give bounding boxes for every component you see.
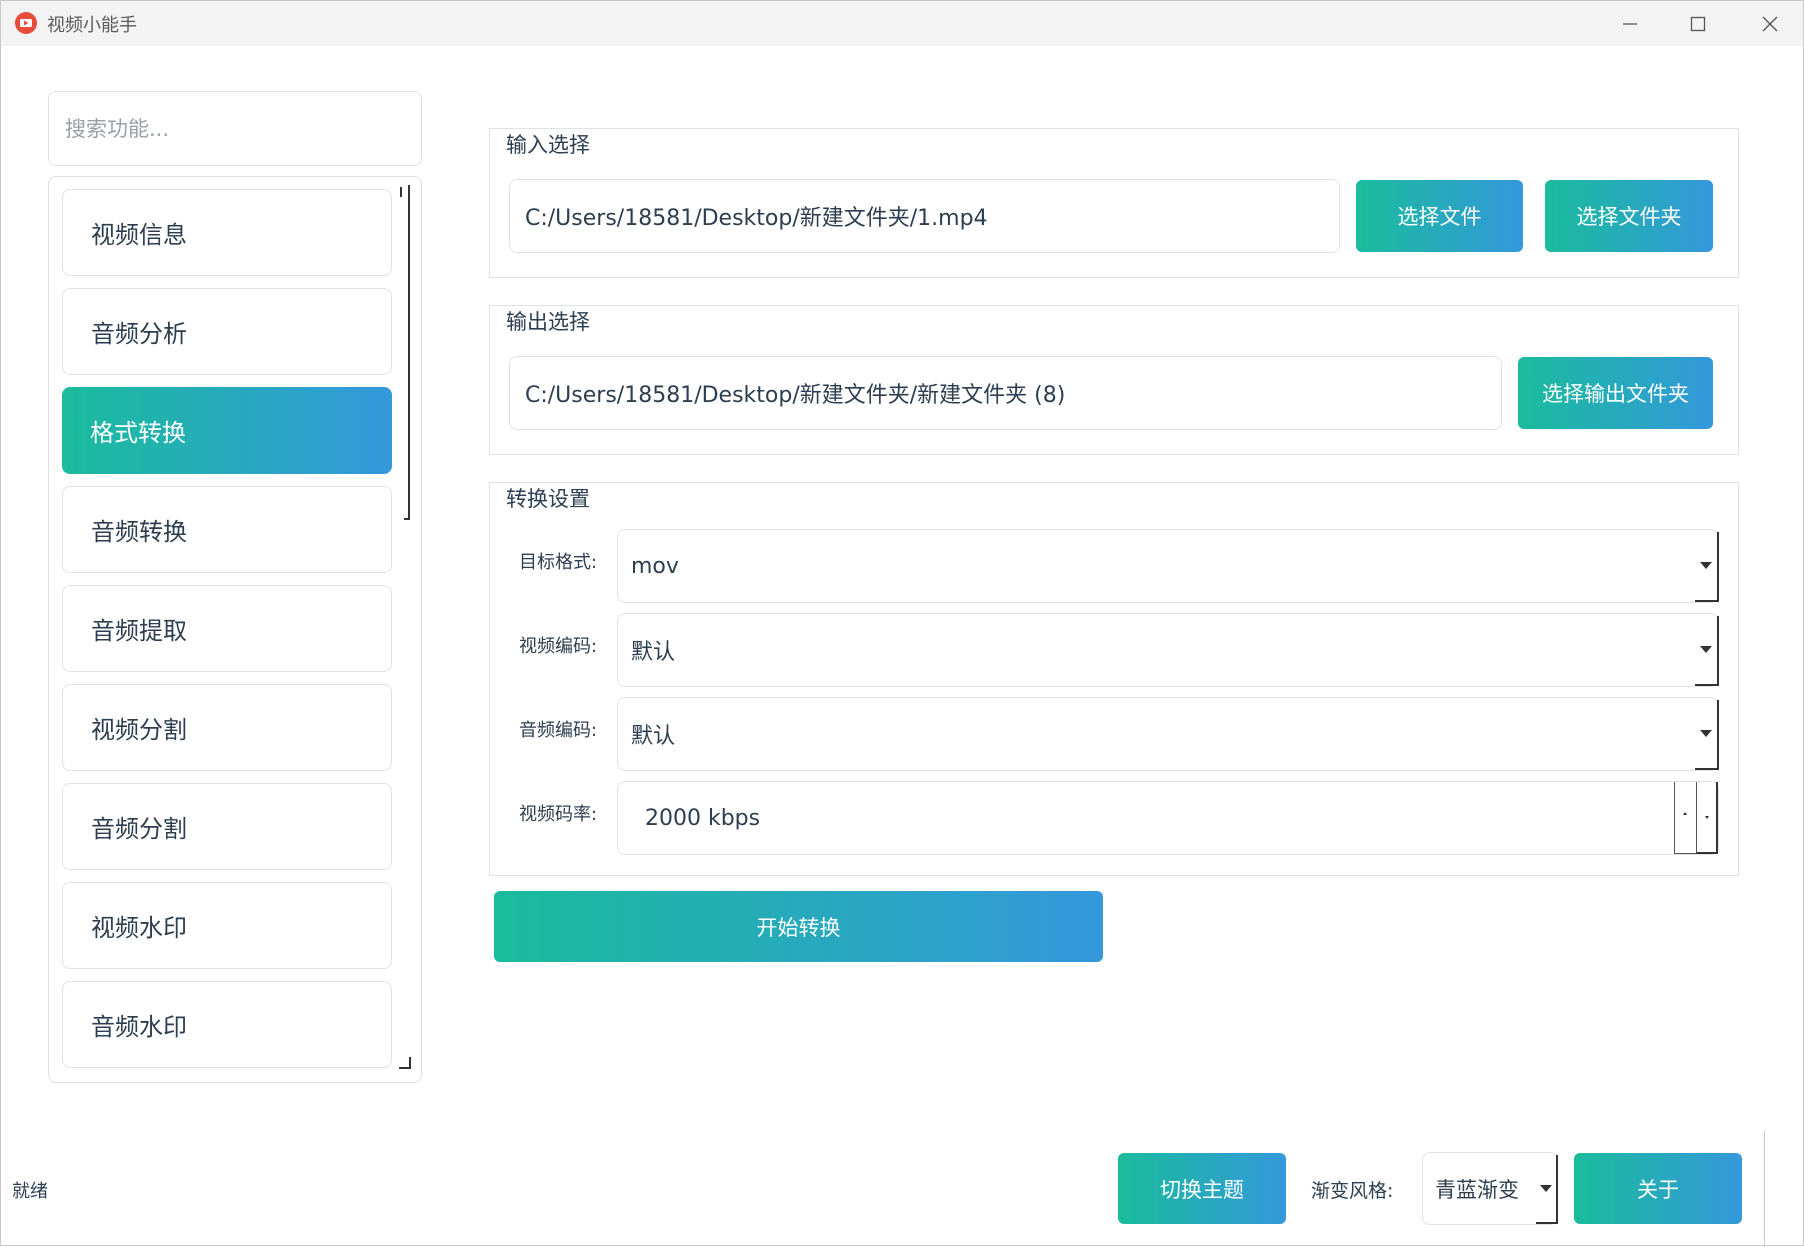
input-group: 输入选择 C:/Users/18581/Desktop/新建文件夹/1.mp4 … xyxy=(489,128,1739,278)
output-path-field[interactable]: C:/Users/18581/Desktop/新建文件夹/新建文件夹 (8) xyxy=(509,356,1502,430)
sidebar-item-audio-analysis[interactable]: 音频分析 xyxy=(62,288,392,375)
sidebar-item-audio-convert[interactable]: 音频转换 xyxy=(62,486,392,573)
select-file-label: 选择文件 xyxy=(1397,205,1482,229)
input-group-title: 输入选择 xyxy=(504,129,592,159)
audio-codec-label: 音频编码: xyxy=(519,720,598,741)
sidebar-item-video-watermark[interactable]: 视频水印 xyxy=(62,882,392,969)
chevron-up-icon xyxy=(1683,812,1687,815)
select-output-folder-label: 选择输出文件夹 xyxy=(1542,382,1689,406)
video-bitrate-label: 视频码率: xyxy=(519,804,598,825)
video-codec-select[interactable]: 默认 xyxy=(617,613,1719,687)
switch-theme-button[interactable]: 切换主题 xyxy=(1118,1153,1286,1224)
gradient-style-value: 青蓝渐变 xyxy=(1435,1177,1519,1202)
select-file-button[interactable]: 选择文件 xyxy=(1356,180,1523,252)
chevron-down-icon xyxy=(1540,1185,1552,1192)
app-logo-icon xyxy=(15,12,37,34)
convert-settings-title: 转换设置 xyxy=(504,483,592,513)
sidebar-item-format-convert[interactable]: 格式转换 xyxy=(62,387,392,474)
minimize-button[interactable] xyxy=(1595,1,1665,46)
start-convert-label: 开始转换 xyxy=(756,915,841,940)
convert-settings-group: 转换设置 目标格式: mov 视频编码: 默认 音频编码: 默认 视频码率: 2… xyxy=(489,482,1739,876)
search-input[interactable] xyxy=(48,91,422,166)
maximize-icon xyxy=(1690,16,1706,31)
start-convert-button[interactable]: 开始转换 xyxy=(494,891,1103,962)
select-folder-label: 选择文件夹 xyxy=(1576,205,1682,229)
chevron-down-icon xyxy=(1700,646,1712,653)
app-window: 视频小能手 视频信息 音频分析 格式转换 xyxy=(0,0,1804,1247)
sidebar-item-audio-split[interactable]: 音频分割 xyxy=(62,783,392,870)
target-format-label: 目标格式: xyxy=(519,552,598,573)
spin-up-button[interactable] xyxy=(1674,782,1696,854)
sidebar-item-audio-watermark[interactable]: 音频水印 xyxy=(62,981,392,1068)
target-format-select[interactable]: mov xyxy=(617,529,1719,603)
video-bitrate-spinbox[interactable]: 2000 kbps xyxy=(617,781,1719,855)
select-output-folder-button[interactable]: 选择输出文件夹 xyxy=(1518,357,1713,429)
sidebar-item-video-info[interactable]: 视频信息 xyxy=(62,189,392,276)
input-path-field[interactable]: C:/Users/18581/Desktop/新建文件夹/1.mp4 xyxy=(509,179,1340,253)
function-list[interactable]: 视频信息 音频分析 格式转换 音频转换 音频提取 视频分割 音频分割 视频水印 … xyxy=(48,176,422,1083)
sidebar-item-audio-extract[interactable]: 音频提取 xyxy=(62,585,392,672)
select-folder-button[interactable]: 选择文件夹 xyxy=(1545,180,1713,252)
gradient-style-label: 渐变风格: xyxy=(1311,1180,1394,1202)
output-path-value: C:/Users/18581/Desktop/新建文件夹/新建文件夹 (8) xyxy=(525,383,1066,408)
window-title: 视频小能手 xyxy=(47,15,137,36)
sidebar-item-label: 音频提取 xyxy=(91,617,187,645)
close-icon xyxy=(1762,16,1778,31)
about-label: 关于 xyxy=(1637,1177,1679,1202)
maximize-button[interactable] xyxy=(1663,1,1733,46)
status-text: 就绪 xyxy=(12,1181,48,1202)
sidebar-item-video-split[interactable]: 视频分割 xyxy=(62,684,392,771)
chevron-down-icon xyxy=(1700,562,1712,569)
chevron-down-icon xyxy=(1705,816,1709,819)
sidebar-item-label: 视频水印 xyxy=(91,914,187,942)
sidebar-item-label: 视频信息 xyxy=(91,221,187,249)
scrollbar-bottom-marker[interactable] xyxy=(399,1057,411,1069)
minimize-icon xyxy=(1623,22,1637,25)
input-path-value: C:/Users/18581/Desktop/新建文件夹/1.mp4 xyxy=(525,206,988,231)
audio-codec-select[interactable]: 默认 xyxy=(617,697,1719,771)
chevron-down-icon xyxy=(1700,730,1712,737)
spin-down-button[interactable] xyxy=(1696,782,1718,854)
output-group: 输出选择 C:/Users/18581/Desktop/新建文件夹/新建文件夹 … xyxy=(489,305,1739,455)
sidebar-item-label: 音频分割 xyxy=(91,815,187,843)
sidebar-item-label: 音频水印 xyxy=(91,1013,187,1041)
video-codec-value: 默认 xyxy=(631,640,676,665)
switch-theme-label: 切换主题 xyxy=(1160,1177,1244,1202)
title-bar: 视频小能手 xyxy=(1,1,1803,46)
about-button[interactable]: 关于 xyxy=(1574,1153,1742,1224)
audio-codec-value: 默认 xyxy=(631,724,676,749)
divider xyxy=(1764,1131,1765,1247)
video-bitrate-value: 2000 kbps xyxy=(645,805,761,831)
sidebar-item-label: 格式转换 xyxy=(90,419,186,447)
close-button[interactable] xyxy=(1735,1,1804,46)
sidebar-item-label: 音频转换 xyxy=(91,518,187,546)
sidebar-item-label: 音频分析 xyxy=(91,320,187,348)
output-group-title: 输出选择 xyxy=(504,306,592,336)
scrollbar-handle[interactable] xyxy=(404,185,410,520)
gradient-style-select[interactable]: 青蓝渐变 xyxy=(1422,1152,1558,1225)
target-format-value: mov xyxy=(631,553,679,579)
video-codec-label: 视频编码: xyxy=(519,636,598,657)
sidebar-item-label: 视频分割 xyxy=(91,716,187,744)
